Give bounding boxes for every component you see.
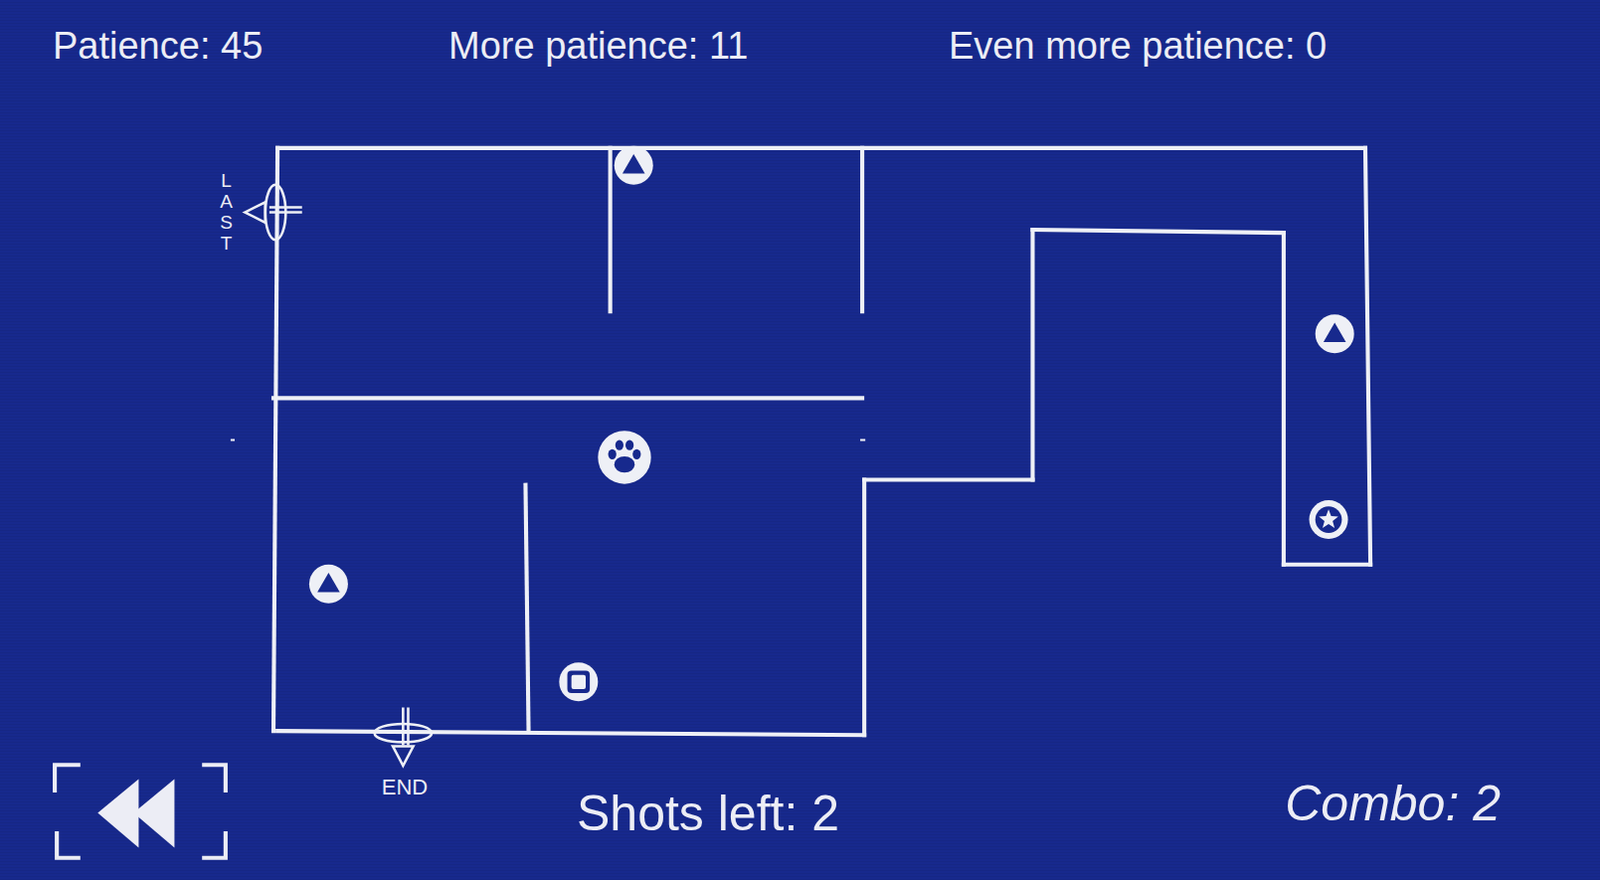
wall — [864, 477, 1033, 482]
triangle-marker-icon[interactable] — [1315, 314, 1355, 354]
wall — [273, 148, 278, 731]
wall — [1365, 148, 1371, 565]
star-marker-icon[interactable] — [1309, 500, 1349, 539]
wall — [1030, 229, 1035, 481]
wall — [862, 480, 867, 736]
square-marker-icon[interactable] — [558, 662, 598, 702]
wall — [273, 395, 863, 400]
door-label: LAST — [216, 171, 236, 255]
top-hud: Patience: 45More patience: 11Even more p… — [0, 0, 1600, 70]
floor-plan — [0, 0, 1600, 880]
door-icon[interactable] — [374, 707, 432, 766]
wall — [277, 146, 1366, 151]
door-icon[interactable] — [244, 184, 302, 240]
wall — [1032, 229, 1283, 233]
shots-left: Shots left: 2 — [576, 783, 840, 844]
stat-label: Patience: 45 — [52, 23, 449, 70]
bottom-hud: Shots left: 2 Combo: 2 — [0, 761, 1600, 880]
door-label: END — [381, 774, 428, 801]
wall — [1283, 562, 1371, 567]
paw-marker-icon[interactable] — [597, 430, 651, 484]
wall — [608, 148, 613, 312]
game-screen: LAST END Patience: 45More patience: 11Eve… — [0, 0, 1600, 880]
stat-label: More patience: 11 — [448, 23, 949, 70]
triangle-marker-icon[interactable] — [309, 564, 349, 604]
wall — [860, 148, 865, 312]
rewind-button[interactable] — [51, 761, 231, 865]
rewind-icon — [51, 761, 231, 862]
combo-counter: Combo: 2 — [1284, 773, 1501, 834]
triangle-marker-icon[interactable] — [614, 146, 654, 185]
wall — [525, 485, 529, 731]
wall — [1281, 232, 1286, 565]
stat-label: Even more patience: 0 — [948, 23, 1600, 70]
wall — [277, 730, 865, 735]
